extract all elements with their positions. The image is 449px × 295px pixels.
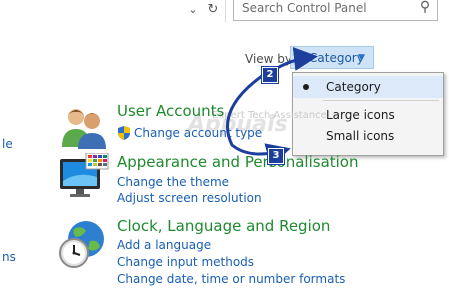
annotation-badge: 2 — [262, 67, 278, 83]
annotation-arrows — [226, 47, 318, 167]
arrow-to-small-icons — [226, 74, 291, 167]
annotation-badge: 3 — [268, 148, 284, 164]
